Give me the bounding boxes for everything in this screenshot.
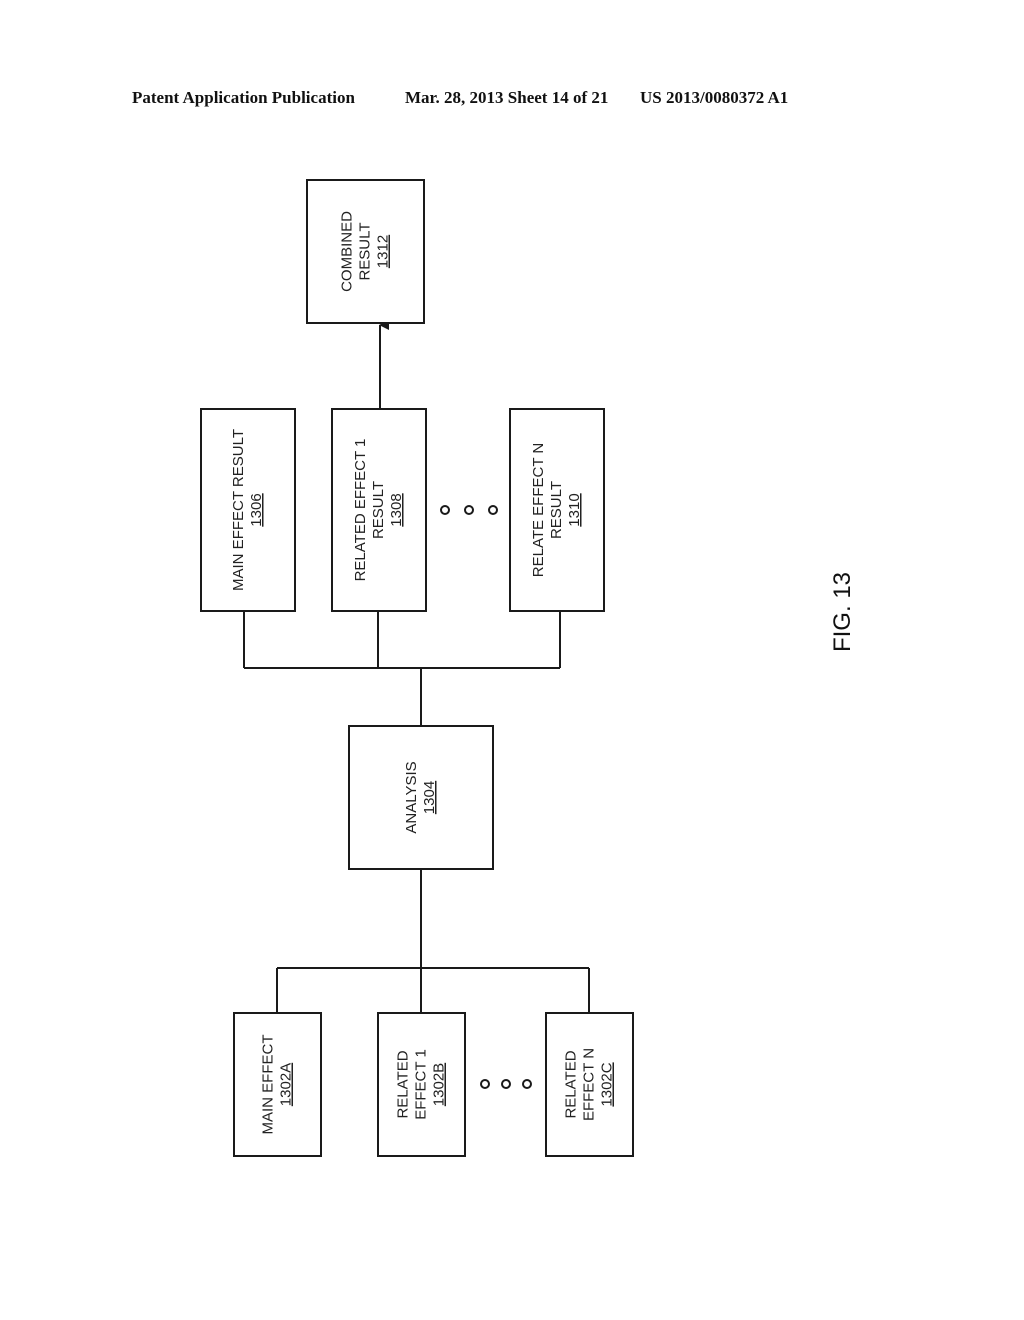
flow-diagram: COMBINED RESULT 1312 MAIN EFFECT RESULT …	[200, 179, 856, 1157]
results-connector	[243, 611, 561, 726]
block-label: RELATE EFFECT N	[530, 443, 547, 577]
block-label: RELATED EFFECT 1	[352, 439, 369, 582]
block-relate-effect-n-result: RELATE EFFECT N RESULT 1310	[509, 408, 605, 612]
block-label: RESULT	[357, 222, 374, 280]
block-main-effect: MAIN EFFECT 1302A	[233, 1012, 322, 1157]
block-label: RESULT	[548, 481, 565, 539]
block-ref: 1302A	[278, 1063, 295, 1106]
effects-connector	[276, 869, 590, 1013]
block-label: RELATED	[563, 1050, 580, 1118]
block-label: COMBINED	[339, 211, 356, 292]
ellipsis-dot	[464, 505, 474, 515]
block-main-effect-result: MAIN EFFECT RESULT 1306	[200, 408, 296, 612]
results-ellipsis	[440, 505, 498, 515]
block-label: ANALYSIS	[403, 761, 420, 833]
block-related-effect-1-result: RELATED EFFECT 1 RESULT 1308	[331, 408, 427, 612]
block-label: RELATED	[395, 1050, 412, 1118]
ellipsis-dot	[440, 505, 450, 515]
block-label: MAIN EFFECT	[260, 1035, 277, 1135]
block-ref: 1304	[421, 781, 438, 814]
effects-ellipsis	[480, 1079, 532, 1089]
block-ref: 1310	[566, 493, 583, 526]
block-label: EFFECT N	[581, 1048, 598, 1121]
block-related-effect-1: RELATED EFFECT 1 1302B	[377, 1012, 466, 1157]
block-related-effect-n: RELATED EFFECT N 1302C	[545, 1012, 634, 1157]
block-combined-result: COMBINED RESULT 1312	[306, 179, 425, 324]
block-label: EFFECT 1	[413, 1049, 430, 1120]
ellipsis-dot	[522, 1079, 532, 1089]
block-label: MAIN EFFECT RESULT	[230, 429, 247, 591]
block-ref: 1308	[388, 493, 405, 526]
block-ref: 1306	[248, 493, 265, 526]
block-analysis: ANALYSIS 1304	[348, 725, 494, 870]
ellipsis-dot	[488, 505, 498, 515]
block-label: RESULT	[370, 481, 387, 539]
ellipsis-dot	[480, 1079, 490, 1089]
block-ref: 1302C	[599, 1062, 616, 1106]
figure-label: FIG. 13	[829, 572, 856, 652]
block-ref: 1312	[375, 235, 392, 268]
ellipsis-dot	[501, 1079, 511, 1089]
block-ref: 1302B	[431, 1063, 448, 1106]
